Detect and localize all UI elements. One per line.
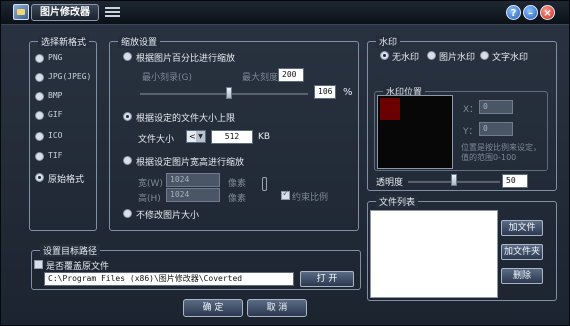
percent-input[interactable]: 106 — [314, 85, 336, 99]
format-label-png: PNG — [48, 53, 63, 62]
filesize-unit: KB — [258, 132, 271, 142]
format-label-jpg: JPG(JPEG) — [48, 72, 92, 81]
filesize-label: 文件大小 — [138, 135, 175, 145]
resize-dimensions-label: 根据设定图片宽高进行缩放 — [136, 158, 245, 168]
format-radio-jpg[interactable] — [35, 73, 44, 82]
title-bar: 图片修改器 ? – × — [1, 1, 569, 25]
chevron-down-icon: ▼ — [196, 131, 205, 142]
resize-radio-dimensions[interactable] — [123, 156, 132, 165]
constrain-ratio-checkbox[interactable] — [281, 189, 290, 200]
width-unit: 像素 — [228, 179, 247, 189]
close-icon[interactable]: × — [540, 5, 555, 20]
format-label-tif: TIF — [48, 151, 63, 160]
open-folder-button[interactable]: 打 开 — [300, 271, 354, 287]
resize-nochange-label: 不修改图片大小 — [136, 211, 200, 221]
filelist-group: 文件列表 加文件 加文件夹 删除 — [367, 195, 557, 301]
format-radio-tif[interactable] — [35, 152, 44, 161]
file-list[interactable] — [370, 210, 498, 298]
resize-percent-label: 根据图片百分比进行缩放 — [136, 54, 236, 64]
format-radio-ico[interactable] — [35, 132, 44, 141]
output-group: 设置目标路径 是否覆盖原文件 C:\Program Files (x86)\图片… — [31, 244, 361, 290]
resize-radio-nochange[interactable] — [123, 209, 132, 218]
cancel-button[interactable]: 取 消 — [247, 299, 307, 317]
resize-filesize-label: 根据设定的文件大小上限 — [136, 114, 236, 124]
ok-button[interactable]: 确 定 — [183, 299, 243, 317]
watermark-label-text: 文字水印 — [492, 53, 529, 63]
watermark-radio-image[interactable] — [427, 51, 436, 60]
watermark-marker — [380, 98, 400, 120]
max-scale-label: 最大刻度 — [242, 73, 279, 83]
app-title: 图片修改器 — [31, 4, 99, 21]
format-radio-png[interactable] — [35, 54, 44, 63]
delete-file-button[interactable]: 删除 — [501, 268, 543, 284]
output-path-input[interactable]: C:\Program Files (x86)\图片修改器\Coverted — [44, 272, 294, 286]
format-label-original: 原始格式 — [48, 175, 85, 185]
resize-group-title: 缩放设置 — [118, 35, 161, 48]
resize-radio-filesize[interactable] — [123, 112, 132, 121]
format-group: 选择新格式 PNG JPG(JPEG) BMP GIF ICO TIF 原始格式 — [29, 35, 97, 231]
opacity-slider-thumb[interactable] — [451, 174, 457, 186]
app-window: 图片修改器 ? – × 选择新格式 PNG JPG(JPEG) BMP GIF … — [0, 0, 570, 326]
overwrite-checkbox[interactable] — [34, 260, 43, 269]
min-scale-label: 最小刻录(G) — [142, 73, 192, 83]
watermark-group: 水印 无水印 图片水印 文字水印 水印位置 X： 0 Y： 0 位置是按比例来设… — [367, 35, 557, 191]
watermark-x-input[interactable]: 0 — [479, 100, 513, 114]
format-radio-bmp[interactable] — [35, 92, 44, 101]
max-scale-input[interactable]: 200 — [278, 68, 304, 82]
watermark-group-title: 水印 — [376, 35, 401, 48]
filelist-group-title: 文件列表 — [376, 195, 419, 208]
format-group-title: 选择新格式 — [38, 35, 90, 48]
chain-link-icon — [262, 177, 267, 191]
width-input[interactable]: 1024 — [166, 173, 220, 187]
watermark-position-group: 水印位置 X： 0 Y： 0 位置是按比例来设定，值的范围0-100 — [374, 85, 548, 171]
output-group-title: 设置目标路径 — [40, 244, 101, 257]
opacity-input[interactable]: 50 — [502, 174, 528, 188]
opacity-label: 透明度 — [376, 178, 404, 188]
constrain-ratio-label: 约束比例 — [292, 193, 329, 203]
format-label-gif: GIF — [48, 110, 63, 119]
watermark-label-image: 图片水印 — [439, 53, 476, 63]
height-label: 高(H) — [138, 194, 161, 204]
watermark-y-input[interactable]: 0 — [479, 122, 513, 136]
format-label-bmp: BMP — [48, 91, 63, 100]
watermark-x-label: X： — [463, 105, 479, 115]
menu-icon[interactable] — [105, 7, 120, 18]
width-label: 宽(W) — [138, 179, 163, 189]
percent-slider-thumb[interactable] — [226, 87, 232, 99]
format-radio-gif[interactable] — [35, 111, 44, 120]
filesize-operator-select[interactable]: <= ▼ — [186, 130, 206, 143]
app-image-icon — [13, 4, 29, 20]
format-radio-original[interactable] — [35, 173, 44, 182]
watermark-label-none: 无水印 — [392, 53, 420, 63]
percent-slider-track[interactable] — [140, 92, 308, 95]
add-file-button[interactable]: 加文件 — [501, 220, 543, 236]
help-icon[interactable]: ? — [506, 5, 521, 20]
overwrite-label: 是否覆盖原文件 — [46, 262, 110, 272]
watermark-position-hint: 位置是按比例来设定，值的范围0-100 — [461, 143, 541, 162]
percent-unit: % — [343, 87, 353, 98]
height-input[interactable]: 1024 — [166, 188, 220, 202]
watermark-y-label: Y： — [463, 127, 478, 137]
add-folder-button[interactable]: 加文件夹 — [501, 244, 543, 260]
filesize-input[interactable]: 512 — [211, 130, 253, 144]
minimize-icon[interactable]: – — [523, 5, 538, 20]
height-unit: 像素 — [228, 194, 247, 204]
resize-radio-percent[interactable] — [123, 52, 132, 61]
format-label-ico: ICO — [48, 131, 63, 140]
watermark-position-preview[interactable] — [377, 95, 453, 169]
resize-group: 缩放设置 根据图片百分比进行缩放 最小刻录(G) 最大刻度 200 106 % … — [109, 35, 359, 231]
watermark-radio-none[interactable] — [380, 51, 389, 60]
watermark-radio-text[interactable] — [480, 51, 489, 60]
